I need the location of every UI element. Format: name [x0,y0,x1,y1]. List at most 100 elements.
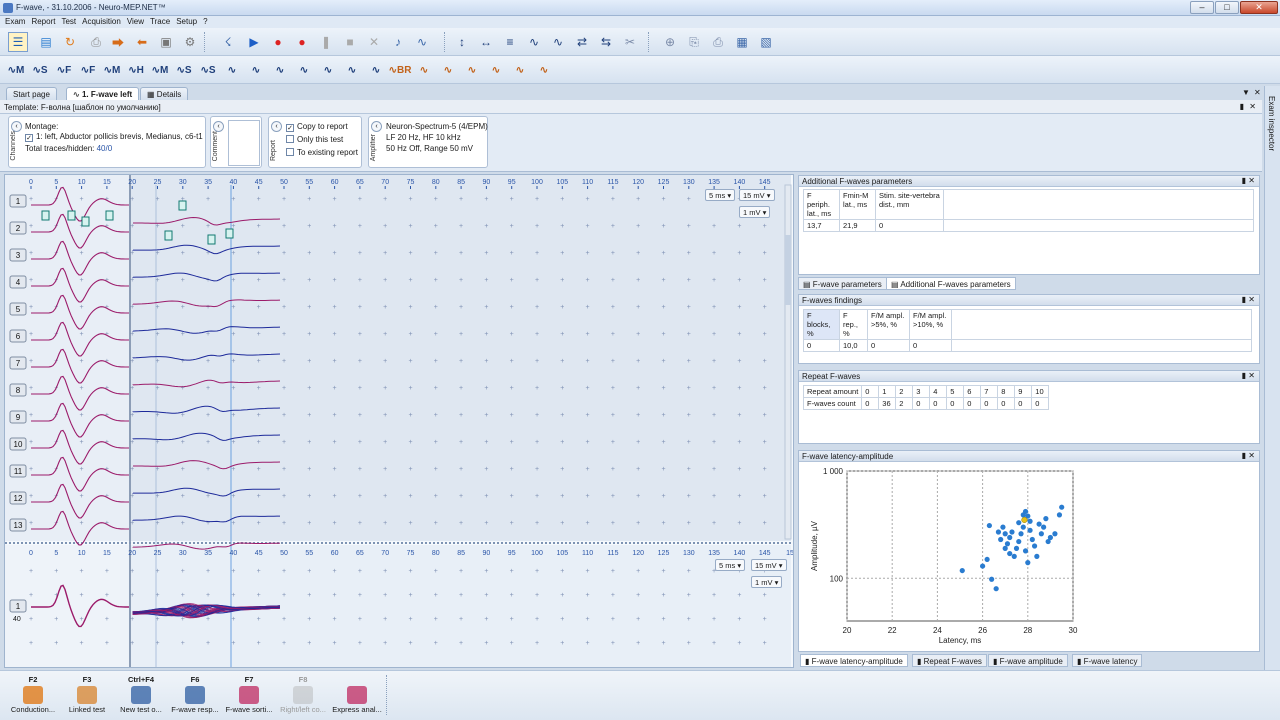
export-icon[interactable]: ⮕ [108,32,128,52]
arrows-icon[interactable]: ⇆ [596,32,616,52]
menu-setup[interactable]: Setup [175,16,202,28]
close-icon[interactable]: ✕ [1249,102,1256,111]
scatter-plot[interactable]: 20 22 24 26 28 30 1 000 100 Latency, ms Amplitude… [799,463,1089,651]
data-point[interactable] [1034,553,1040,559]
response-type-icon[interactable]: ∿S [174,60,194,80]
comment-input[interactable] [228,120,260,166]
chevron-left-icon[interactable]: ‹ [371,121,382,132]
print-icon[interactable]: ⎙ [86,32,106,52]
repeat-count-cell[interactable]: 0 [946,397,965,410]
selected-data-point[interactable] [1021,516,1028,523]
chevron-left-icon[interactable]: ‹ [271,121,282,132]
data-point[interactable] [989,576,995,582]
response-type-icon[interactable]: ∿M [102,60,122,80]
tab-close-icon[interactable]: ✕ [1254,88,1261,97]
response-type-icon[interactable]: ∿ [342,60,362,80]
latency-marker[interactable] [178,200,187,211]
response-type-icon[interactable]: ∿F [78,60,98,80]
latency-marker[interactable] [105,210,114,221]
tab-repeat-f-waves[interactable]: ▮ Repeat F-waves [912,654,987,667]
play-icon[interactable]: ▶ [244,32,264,52]
menu-view[interactable]: View [126,16,149,28]
menu-trace[interactable]: Trace [149,16,175,28]
fkey-button[interactable]: F3 Linked test [60,675,114,714]
data-point[interactable] [995,529,1002,535]
data-point[interactable] [986,522,992,529]
data-point[interactable] [1029,536,1035,543]
data-point[interactable] [1002,531,1008,537]
data-point[interactable] [1047,534,1053,541]
response-type-icon[interactable]: ∿ [222,60,242,80]
menu-exam[interactable]: Exam [4,16,30,28]
maximize-button[interactable]: □ [1215,1,1239,14]
fkey-button[interactable]: Ctrl+F4 New test o... [114,675,168,714]
data-point[interactable] [993,586,999,592]
repeat-count-cell[interactable]: 0 [1031,397,1050,410]
repeat-count-cell[interactable]: 0 [997,397,1016,410]
stop-record-icon[interactable]: ● [292,32,312,52]
latency-marker[interactable] [164,230,173,241]
pin-close-icon[interactable]: ▮ ✕ [1242,176,1255,185]
pause-icon[interactable]: ❚ [316,32,336,52]
tab-f-wave-left[interactable]: ∿ 1. F-wave left [66,87,140,100]
pin-close-icon[interactable]: ▮ ✕ [1242,371,1255,380]
wave-icon[interactable]: ∿ [524,32,544,52]
data-point[interactable] [959,567,965,574]
response-type-icon[interactable]: ∿S [30,60,50,80]
data-point[interactable] [1031,543,1038,549]
copy-icon[interactable]: ⎘ [684,32,704,52]
response-type-icon[interactable]: ∿ [462,60,482,80]
report-icon[interactable]: ▦ [732,32,752,52]
response-type-icon[interactable]: ∿BR [389,60,412,80]
minimize-button[interactable]: – [1190,1,1214,14]
menu-report[interactable]: Report [30,16,60,28]
tab-f-wave-amplitude[interactable]: ▮ F-wave amplitude [988,654,1068,667]
data-point[interactable] [1052,531,1058,537]
response-type-icon[interactable]: ∿ [318,60,338,80]
arrows-icon[interactable]: ⇄ [572,32,592,52]
traces-canvas[interactable]: 0 5 10 15 20 25 30 35 40 45 50 55 60 65 70 75 80 85 90 95 10… [5,175,793,667]
cursor-icon[interactable]: ↔ [476,32,496,52]
fkey-button[interactable]: F6 F-wave resp... [168,675,222,714]
latency-marker[interactable] [207,234,216,245]
data-point[interactable] [980,563,986,569]
sensitivity2-select[interactable]: 1 mV ▾ [739,206,771,218]
response-type-icon[interactable]: ∿ [438,60,458,80]
response-type-icon[interactable]: ∿ [294,60,314,80]
repeat-count-cell[interactable]: 0 [980,397,999,410]
data-point[interactable] [1059,504,1065,510]
import-icon[interactable]: ⬅ [132,32,152,52]
table-cell[interactable]: 13,7 [803,219,840,232]
sensitivity-select[interactable]: 15 mV ▾ [739,189,775,201]
exam-icon[interactable]: ☰ [8,32,28,52]
stop-icon[interactable]: ■ [340,32,360,52]
table-cell[interactable]: 0 [803,339,840,352]
stimulus-icon[interactable]: ☇ [218,32,238,52]
record-icon[interactable]: ● [268,32,288,52]
data-point[interactable] [1056,512,1063,518]
response-type-icon[interactable]: ∿F [54,60,74,80]
response-type-icon[interactable]: ∿ [510,60,530,80]
data-point[interactable] [1020,524,1026,530]
response-type-icon[interactable]: ∿ [366,60,386,80]
layout-icon[interactable]: ▧ [756,32,776,52]
superimposed-time-base-select[interactable]: 5 ms ▾ [715,559,746,571]
refresh-icon[interactable]: ↻ [60,32,80,52]
pin-icon[interactable]: ▮ [1240,102,1244,111]
repeat-count-cell[interactable]: 2 [895,397,914,410]
data-point[interactable] [1016,520,1022,526]
pin-close-icon[interactable]: ▮ ✕ [1242,295,1255,304]
repeat-count-cell[interactable]: 0 [963,397,982,410]
response-type-icon[interactable]: ∿S [198,60,218,80]
paste-icon[interactable]: ⎙ [708,32,728,52]
data-point[interactable] [1009,529,1015,535]
list-icon[interactable]: ≡ [500,32,520,52]
data-point[interactable] [1041,524,1047,530]
data-point[interactable] [984,556,990,563]
pin-close-icon[interactable]: ▮ ✕ [1242,451,1255,460]
chevron-left-icon[interactable]: ‹ [213,121,224,132]
fkey-button[interactable]: F8 Right/left co... [276,675,330,714]
data-point[interactable] [1000,524,1006,530]
latency-marker[interactable] [225,228,234,239]
data-point[interactable] [1027,527,1033,533]
